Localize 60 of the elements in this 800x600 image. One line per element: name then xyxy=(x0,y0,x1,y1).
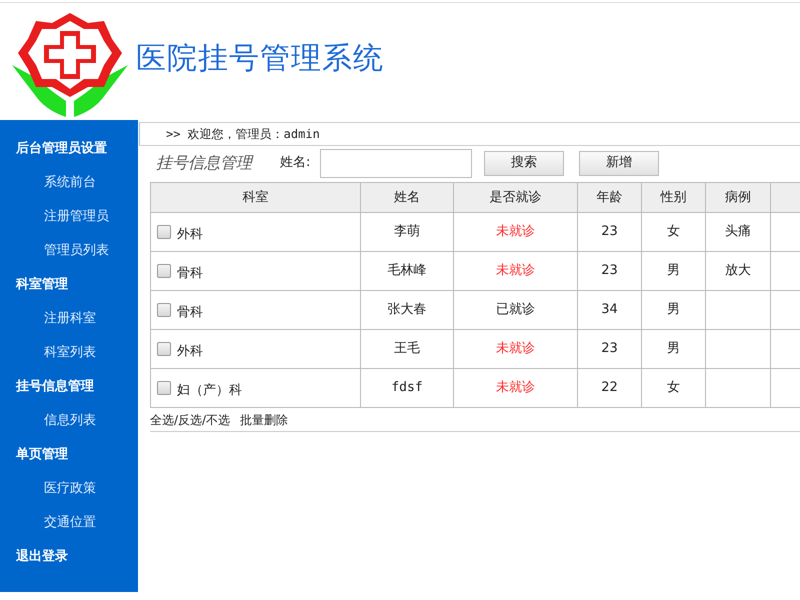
sidebar-item[interactable]: 医疗政策 xyxy=(0,472,138,506)
table-cell: 23 xyxy=(601,341,618,356)
sidebar-item[interactable]: 注册管理员 xyxy=(0,200,138,234)
table-cell: 已就诊 xyxy=(496,302,535,318)
checkbox[interactable] xyxy=(157,381,171,395)
table-cell: 张大春 xyxy=(388,302,426,318)
sidebar-item[interactable]: 注册科室 xyxy=(0,302,138,336)
toolbar-button[interactable]: 搜索 xyxy=(484,150,564,176)
column-header: 科室 xyxy=(150,182,360,212)
field-label: 姓名: xyxy=(280,154,312,172)
table-cell: 23 xyxy=(601,224,618,240)
table-cell: 23 xyxy=(601,263,618,278)
table-cell-text: 外科 xyxy=(177,342,203,361)
table-cell-text: 骨科 xyxy=(177,304,203,322)
batch-delete-link[interactable]: 批量删除 xyxy=(240,410,288,428)
table-cell: 女 xyxy=(667,380,680,396)
table-cell: 未就诊 xyxy=(496,341,535,356)
site-title: 医院挂号管理系统 xyxy=(136,40,384,78)
table-cell: 男 xyxy=(667,341,680,356)
sidebar-section[interactable]: 挂号信息管理 xyxy=(0,370,138,404)
sidebar-item[interactable]: 交通位置 xyxy=(0,506,138,540)
table-cell: 男 xyxy=(667,302,680,318)
table-cell: fdsf xyxy=(391,380,423,396)
sidebar-section[interactable]: 科室管理 xyxy=(0,268,138,302)
sidebar-item[interactable]: 科室列表 xyxy=(0,336,138,370)
table-cell: 未就诊 xyxy=(496,224,535,240)
column-header: 年龄 xyxy=(578,182,642,212)
table-cell: 未就诊 xyxy=(496,263,535,278)
table-cell-text: 妇（产）科 xyxy=(177,382,242,400)
checkbox[interactable] xyxy=(157,225,171,239)
sidebar-item[interactable]: 信息列表 xyxy=(0,404,138,438)
table-cell: 放大 xyxy=(725,263,751,278)
table-cell: 头痛 xyxy=(725,224,751,240)
column-header: 姓名 xyxy=(360,182,454,212)
sidebar-item[interactable]: 管理员列表 xyxy=(0,234,138,268)
checkbox[interactable] xyxy=(157,303,171,317)
page-title: 挂号信息管理 xyxy=(156,152,254,174)
table-cell: 34 xyxy=(601,302,618,318)
table-cell: 未就诊 xyxy=(496,380,535,396)
table-cell: 女 xyxy=(667,224,680,240)
sidebar-section[interactable]: 退出登录 xyxy=(0,540,138,574)
table-cell: 22 xyxy=(601,380,618,396)
column-header: 是否就诊 xyxy=(454,182,578,212)
select-links[interactable]: 全选/反选/不选 xyxy=(150,410,230,428)
sidebar-item[interactable]: 系统前台 xyxy=(0,166,138,200)
checkbox[interactable] xyxy=(157,264,171,278)
sidebar-section[interactable]: 后台管理员设置 xyxy=(0,132,138,166)
sidebar-section[interactable]: 单页管理 xyxy=(0,438,138,472)
column-header: 病例 xyxy=(706,182,770,212)
toolbar-button[interactable]: 新增 xyxy=(579,150,659,176)
breadcrumb: >> 欢迎您，管理员：admin xyxy=(166,126,320,143)
table-cell: 男 xyxy=(667,263,680,278)
table-cell: 李萌 xyxy=(394,224,420,240)
table-cell-text: 外科 xyxy=(177,226,203,244)
name-search-field[interactable] xyxy=(320,148,472,178)
checkbox[interactable] xyxy=(157,342,171,356)
table-cell: 毛林峰 xyxy=(388,263,426,278)
table-cell: 王毛 xyxy=(394,341,420,356)
column-header: 性别 xyxy=(642,182,706,212)
table-cell-text: 骨科 xyxy=(177,264,203,283)
